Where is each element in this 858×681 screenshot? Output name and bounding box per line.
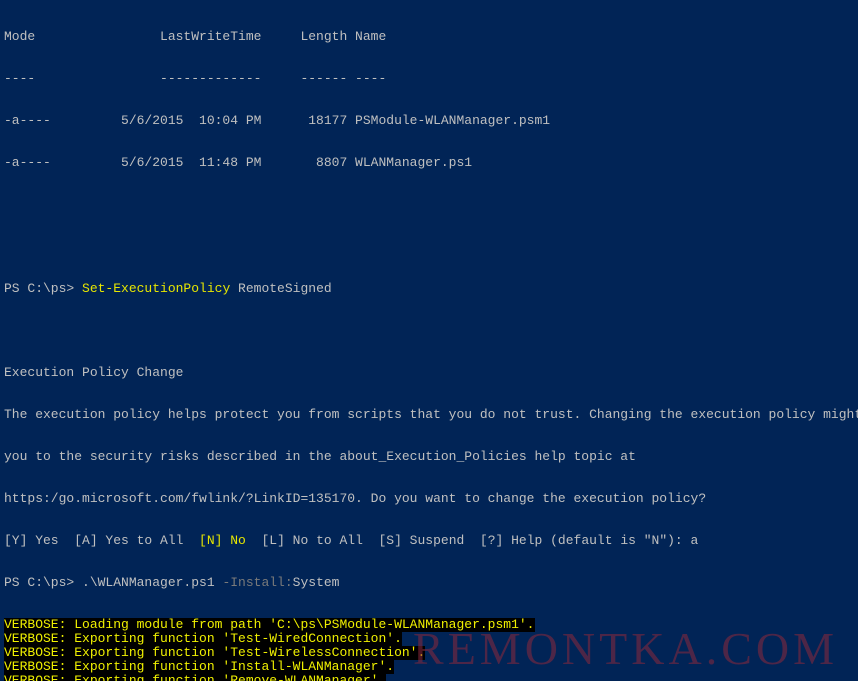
policy-title: Execution Policy Change (4, 366, 854, 380)
blank-line (4, 240, 854, 254)
listing-row: -a---- 5/6/2015 10:04 PM 18177 PSModule-… (4, 114, 854, 128)
script-arg: System (293, 575, 340, 590)
choices-post: [L] No to All [S] Suspend [?] Help (defa… (246, 533, 698, 548)
choices-pre: [Y] Yes [A] Yes to All (4, 533, 199, 548)
choices-no: [N] No (199, 533, 246, 548)
verbose-line: VERBOSE: Exporting function 'Remove-WLAN… (4, 674, 854, 681)
policy-body: https:/go.microsoft.com/fwlink/?LinkID=1… (4, 492, 854, 506)
prompt-line: PS C:\ps> .\WLANManager.ps1 -Install:Sys… (4, 576, 854, 590)
prompt-prefix: PS C:\ps> (4, 281, 82, 296)
script-flag: -Install: (222, 575, 292, 590)
blank-line (4, 324, 854, 338)
verbose-output: VERBOSE: Loading module from path 'C:\ps… (4, 618, 854, 681)
listing-row: -a---- 5/6/2015 11:48 PM 8807 WLANManage… (4, 156, 854, 170)
listing-header: Mode LastWriteTime Length Name (4, 30, 854, 44)
cmdlet-arg: RemoteSigned (230, 281, 331, 296)
script-name: .\WLANManager.ps1 (82, 575, 222, 590)
prompt-prefix: PS C:\ps> (4, 575, 82, 590)
policy-choices: [Y] Yes [A] Yes to All [N] No [L] No to … (4, 534, 854, 548)
verbose-line: VERBOSE: Exporting function 'Test-WiredC… (4, 632, 854, 646)
powershell-terminal[interactable]: Mode LastWriteTime Length Name ---- ----… (0, 0, 858, 681)
prompt-line: PS C:\ps> Set-ExecutionPolicy RemoteSign… (4, 282, 854, 296)
policy-body: you to the security risks described in t… (4, 450, 854, 464)
policy-body: The execution policy helps protect you f… (4, 408, 854, 422)
blank-line (4, 198, 854, 212)
verbose-line: VERBOSE: Loading module from path 'C:\ps… (4, 618, 854, 632)
verbose-line: VERBOSE: Exporting function 'Test-Wirele… (4, 646, 854, 660)
verbose-line: VERBOSE: Exporting function 'Install-WLA… (4, 660, 854, 674)
listing-divider: ---- ------------- ------ ---- (4, 72, 854, 86)
cmdlet-name: Set-ExecutionPolicy (82, 281, 230, 296)
